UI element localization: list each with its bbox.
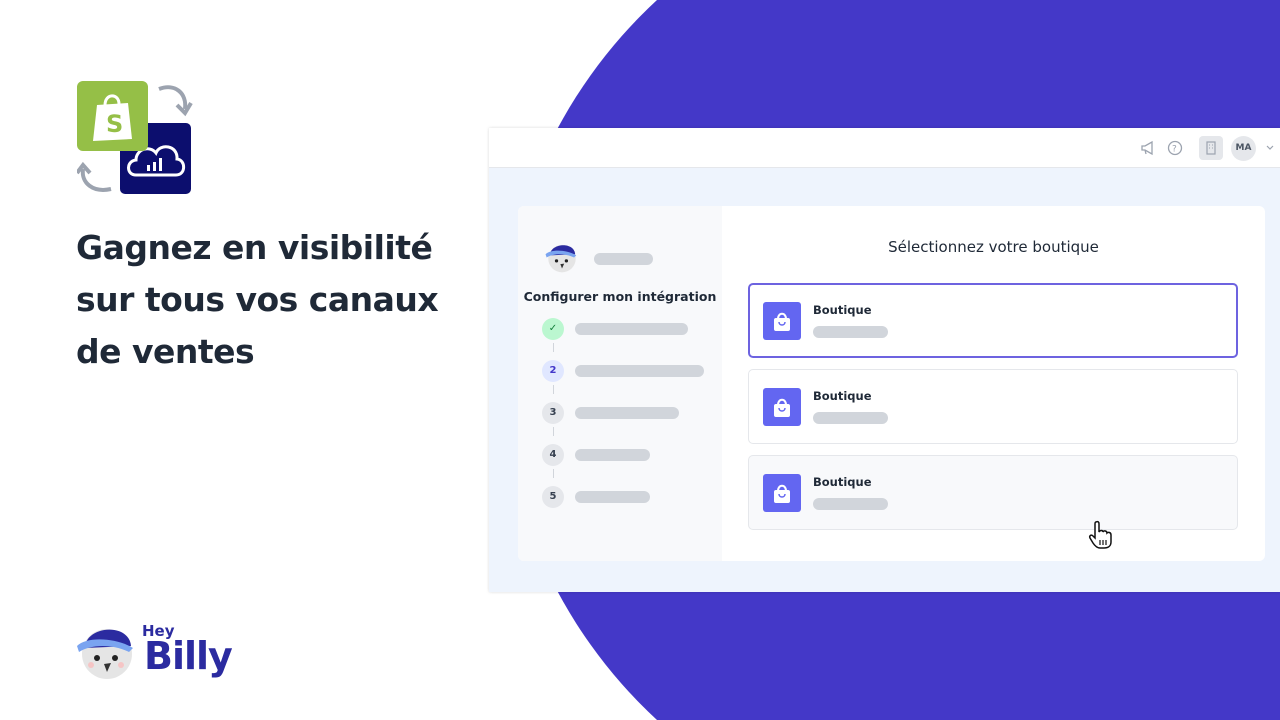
placeholder-bar [575, 365, 704, 377]
step-4[interactable]: 4 [542, 444, 564, 466]
hand-cursor-icon [1089, 520, 1112, 549]
shop-name: Boutique [813, 475, 872, 489]
chevron-down-icon[interactable] [1265, 144, 1275, 152]
sync-arrow-icon [77, 161, 112, 192]
svg-text:?: ? [1172, 145, 1177, 155]
hey-billy-logo: Hey Billy [77, 620, 247, 690]
setup-sidebar: Configurer mon intégration ✓ 2 3 4 5 [518, 206, 722, 561]
step-2-active[interactable]: 2 [542, 360, 564, 382]
headline: Gagnez en visibilité sur tous vos canaux… [76, 222, 439, 378]
placeholder-bar [813, 326, 888, 338]
mascot-icon [545, 244, 577, 273]
shopping-bag-icon [763, 474, 801, 512]
placeholder-bar [813, 498, 888, 510]
step-connector [553, 427, 554, 436]
app-header: ? MA [489, 128, 1280, 168]
placeholder-bar [575, 323, 688, 335]
placeholder-bar [575, 449, 650, 461]
app-window: ? MA Configurer mon intégration ✓ 2 3 4 … [489, 128, 1280, 592]
shopping-bag-icon [763, 388, 801, 426]
integration-logo: S [77, 81, 197, 196]
shopify-logo: S [77, 81, 148, 151]
headline-line: de ventes [76, 332, 255, 371]
step-1-done[interactable]: ✓ [542, 318, 564, 340]
shopping-bag-icon [763, 302, 801, 340]
step-connector [553, 385, 554, 394]
step-3[interactable]: 3 [542, 402, 564, 424]
user-avatar[interactable]: MA [1231, 136, 1256, 161]
megaphone-icon[interactable] [1140, 140, 1156, 156]
svg-text:S: S [106, 110, 123, 138]
headline-line: Gagnez en visibilité [76, 228, 433, 267]
sidebar-heading: Configurer mon intégration [523, 289, 717, 304]
step-connector [553, 469, 554, 478]
integration-card: Configurer mon intégration ✓ 2 3 4 5 Sél… [518, 206, 1265, 561]
organization-button[interactable] [1199, 136, 1223, 160]
step-5[interactable]: 5 [542, 486, 564, 508]
shop-option[interactable]: Boutique [748, 369, 1238, 444]
placeholder-bar [813, 412, 888, 424]
brand-billy: Billy [144, 634, 233, 678]
building-icon [1206, 141, 1216, 155]
help-icon[interactable]: ? [1167, 140, 1183, 156]
placeholder-bar [575, 407, 679, 419]
sync-arrow-icon [158, 85, 193, 117]
headline-line: sur tous vos canaux [76, 280, 439, 319]
main-title: Sélectionnez votre boutique [888, 238, 1099, 256]
shop-option[interactable]: Boutique [748, 283, 1238, 358]
placeholder-bar [575, 491, 650, 503]
shop-name: Boutique [813, 303, 872, 317]
shop-option[interactable]: Boutique [748, 455, 1238, 530]
mascot-icon [77, 629, 133, 679]
step-connector [553, 343, 554, 352]
placeholder-bar [594, 253, 653, 265]
shop-name: Boutique [813, 389, 872, 403]
